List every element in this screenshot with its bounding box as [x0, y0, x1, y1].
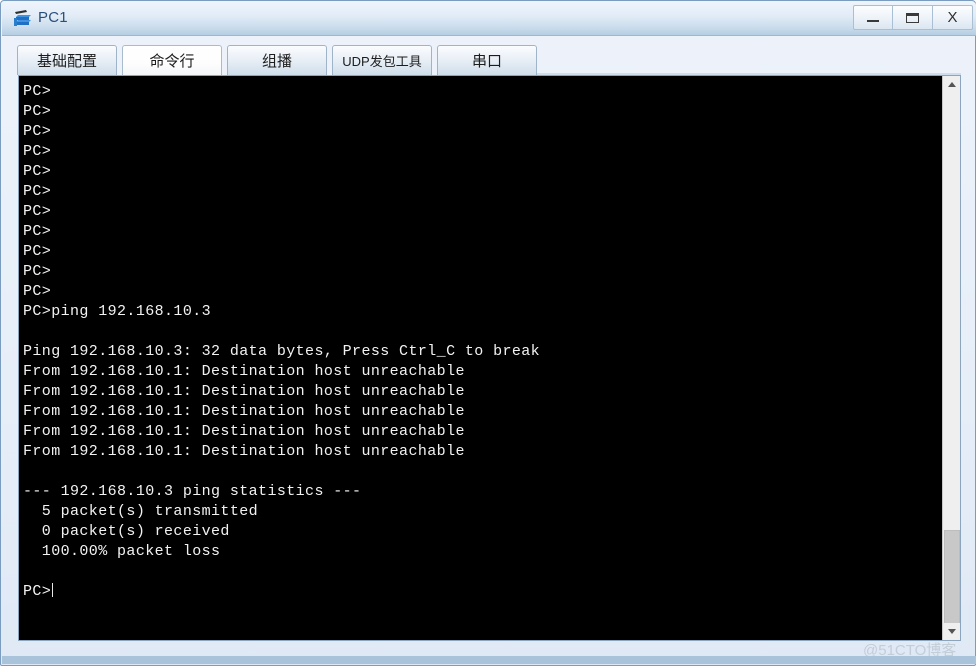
tab-label: 基础配置: [36, 53, 97, 70]
terminal-line: 5 packet(s) transmitted: [23, 503, 259, 520]
window-bottom-strip: [2, 656, 976, 664]
terminal-line: PC>: [23, 123, 52, 140]
terminal-line: PC>: [23, 103, 52, 120]
terminal-prompt-line: PC>: [23, 582, 933, 602]
terminal-line: From 192.168.10.1: Destination host unre…: [23, 443, 465, 460]
terminal-line: PC>: [23, 283, 52, 300]
chevron-down-icon: [947, 629, 956, 634]
window-titlebar[interactable]: PC1 X: [2, 2, 976, 36]
terminal-line: From 192.168.10.1: Destination host unre…: [23, 423, 465, 440]
tab-basic-config[interactable]: 基础配置: [17, 45, 117, 75]
network-device-icon: [12, 8, 34, 30]
vertical-scrollbar[interactable]: [942, 76, 960, 640]
terminal-line: PC>: [23, 203, 52, 220]
tab-bar: 基础配置 命令行 组播 UDP发包工具 串口: [17, 45, 961, 76]
close-icon: X: [947, 9, 958, 26]
scroll-up-button[interactable]: [943, 76, 960, 93]
terminal-frame: PC> PC> PC> PC> PC> PC> PC> PC> PC> PC> PC> PC>ping…: [18, 75, 961, 641]
maximize-icon: [906, 12, 919, 23]
scroll-down-button[interactable]: [943, 623, 960, 640]
terminal-line: PC>: [23, 163, 52, 180]
terminal-line: PC>: [23, 183, 52, 200]
terminal-line: PC>ping 192.168.10.3: [23, 303, 212, 320]
minimize-icon: [867, 20, 879, 22]
terminal-line: PC>: [23, 83, 52, 100]
terminal-line: 0 packet(s) received: [23, 523, 230, 540]
chevron-up-icon: [947, 82, 956, 87]
tab-serial-port[interactable]: 串口: [437, 45, 537, 75]
terminal-line: 100.00% packet loss: [23, 543, 221, 560]
terminal-line-list: PC> PC> PC> PC> PC> PC> PC> PC> PC> PC> PC> PC>ping…: [23, 82, 933, 582]
terminal-line: PC>: [23, 223, 52, 240]
text-cursor: [52, 583, 54, 597]
terminal-line: PC>: [23, 143, 52, 160]
terminal-line: Ping 192.168.10.3: 32 data bytes, Press …: [23, 343, 541, 360]
terminal-output[interactable]: PC> PC> PC> PC> PC> PC> PC> PC> PC> PC> PC> PC>ping…: [19, 76, 933, 640]
close-button[interactable]: X: [933, 5, 973, 30]
terminal-prompt: PC>: [23, 583, 52, 600]
tab-udp-tool[interactable]: UDP发包工具: [332, 45, 432, 75]
window-title: PC1: [38, 9, 68, 26]
tab-label: UDP发包工具: [342, 54, 422, 69]
terminal-line: From 192.168.10.1: Destination host unre…: [23, 383, 465, 400]
scrollbar-thumb[interactable]: [944, 530, 960, 624]
minimize-button[interactable]: [853, 5, 893, 30]
tab-multicast[interactable]: 组播: [227, 45, 327, 75]
terminal-line: PC>: [23, 243, 52, 260]
tab-label: 串口: [471, 53, 502, 70]
tab-label: 命令行: [149, 53, 195, 70]
terminal-line: From 192.168.10.1: Destination host unre…: [23, 403, 465, 420]
tab-label: 组播: [261, 53, 292, 70]
maximize-button[interactable]: [893, 5, 933, 30]
pc1-window: PC1 X 基础配置 命令行 组播 UDP发包工具 串口 PC> PC> PC>…: [0, 0, 976, 666]
terminal-line: --- 192.168.10.3 ping statistics ---: [23, 483, 362, 500]
terminal-line: PC>: [23, 263, 52, 280]
terminal-line: From 192.168.10.1: Destination host unre…: [23, 363, 465, 380]
tab-command-line[interactable]: 命令行: [122, 45, 222, 75]
